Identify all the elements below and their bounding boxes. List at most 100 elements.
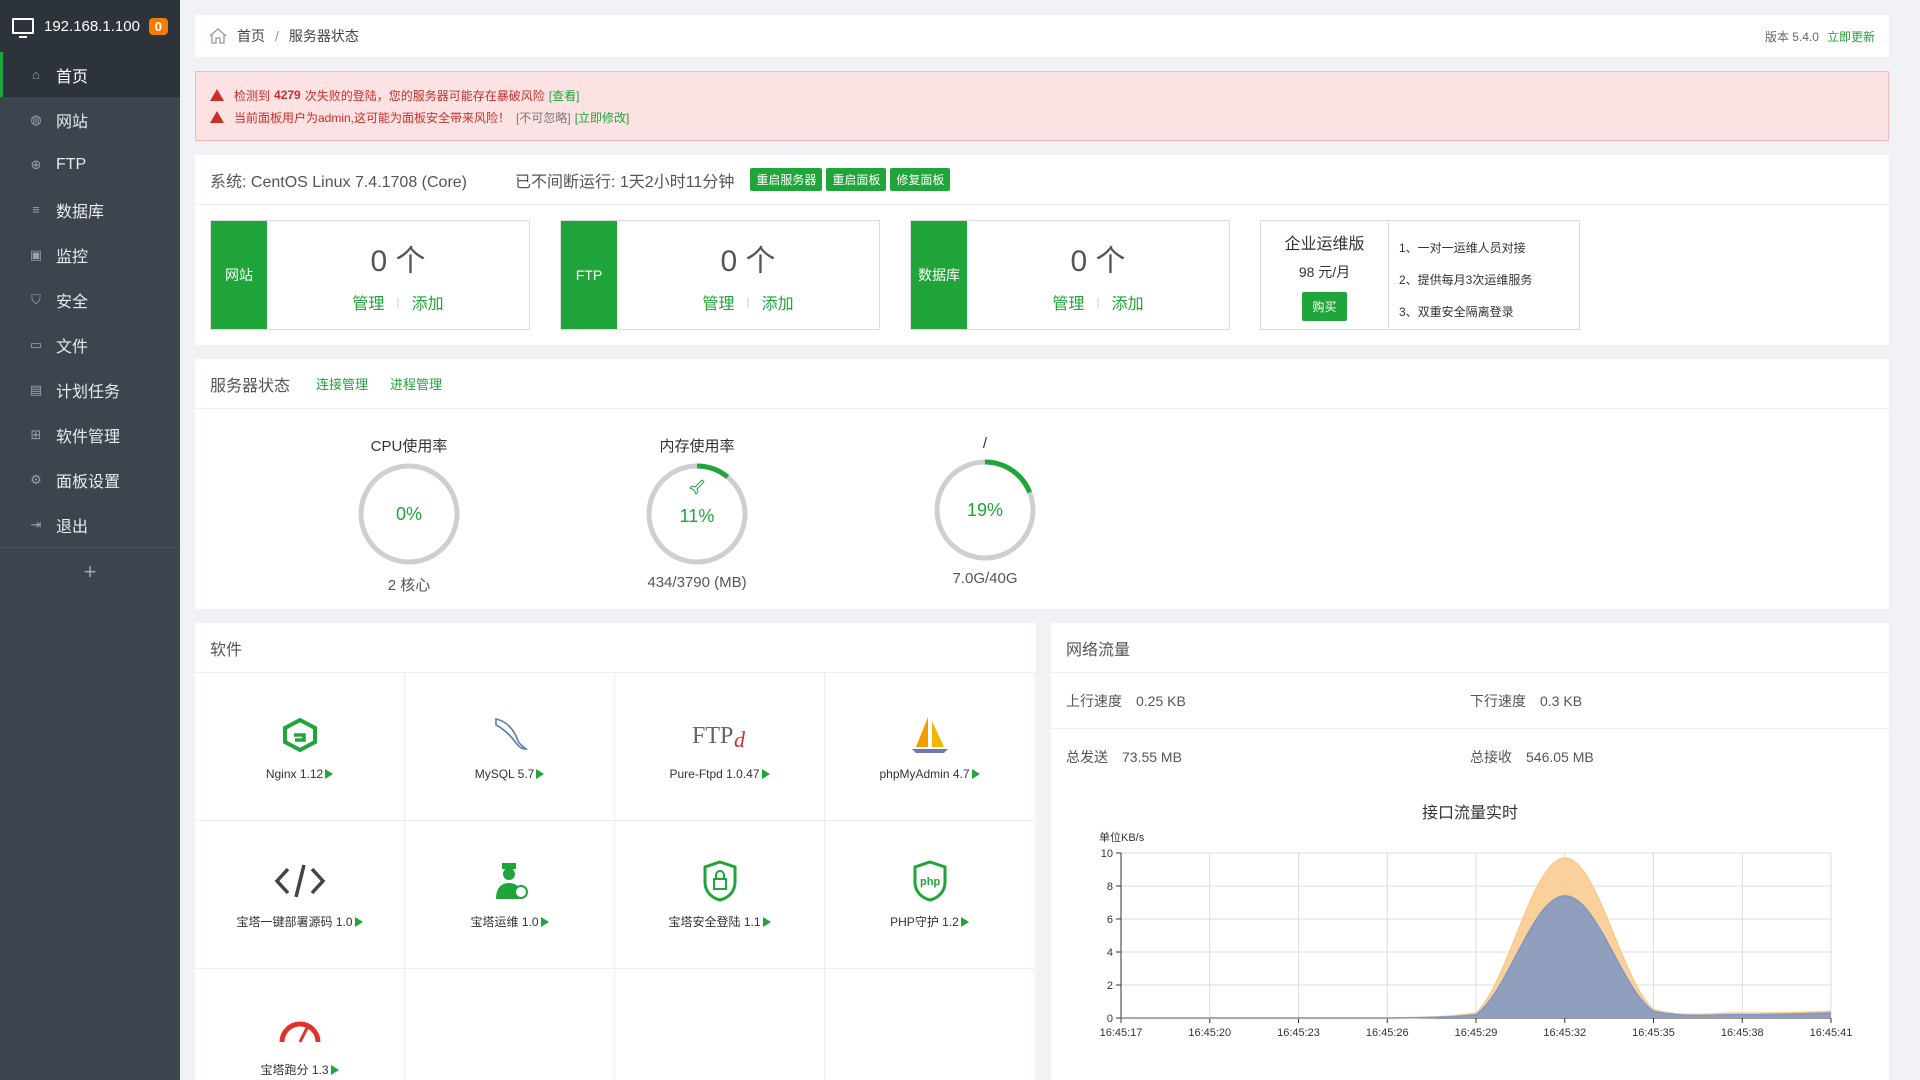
software-name: 宝塔运维 1.0 (470, 913, 549, 930)
sidebar-item-database[interactable]: ≡ 数据库 (0, 187, 180, 232)
stat-count: 0 个 (370, 245, 426, 278)
stat-count: 0 个 (720, 245, 776, 278)
traffic-chart[interactable]: 单位KB/s 0 2 4 6 8 10 16:45:17 16:45:20 16:45:23 16:… (1051, 823, 1889, 1053)
play-icon[interactable] (540, 916, 549, 927)
play-icon[interactable] (762, 916, 771, 927)
chart-title: 接口流量实时 (1421, 805, 1518, 822)
gauge-subtitle: 2 核心 (387, 577, 431, 594)
software-item[interactable]: Nginx 1.12 (195, 673, 405, 821)
restart-server-button[interactable]: 重启服务器 (750, 168, 823, 191)
y-tick-label: 10 (1101, 848, 1113, 860)
play-icon[interactable] (325, 768, 334, 779)
restart-panel-button[interactable]: 重启面板 (826, 168, 887, 191)
warning-icon (210, 89, 224, 101)
add-link[interactable]: 添加 (412, 290, 444, 314)
gauge-title: CPU使用率 (370, 438, 448, 455)
sidebar-item-home[interactable]: ⌂ 首页 (0, 52, 180, 97)
sidebar-item-label: 首页 (56, 68, 89, 86)
connection-manage-link[interactable]: 连接管理 (316, 374, 368, 393)
sidebar-item-ftp[interactable]: ⊕ FTP (0, 142, 180, 187)
gauge-ring: 11% (645, 462, 749, 566)
modify-now-link[interactable]: [立即修改] (575, 109, 630, 126)
total-sent: 总发送 73.55 MB (1066, 747, 1470, 767)
software-title: 软件 (210, 641, 243, 659)
gauge-cpu[interactable]: CPU使用率 0% 2 核心 (265, 409, 553, 609)
software-item[interactable]: MySQL 5.7 (405, 673, 615, 821)
download-speed: 下行速度 0.3 KB (1470, 691, 1874, 711)
upload-label: 上行速度 (1066, 692, 1122, 709)
software-item[interactable]: php PHP守护 1.2 (825, 821, 1035, 969)
sidebar-item-logout[interactable]: ⇥ 退出 (0, 502, 180, 547)
notification-badge[interactable]: 0 (148, 17, 168, 35)
software-name: phpMyAdmin 4.7 (879, 766, 980, 781)
x-tick-label: 16:45:32 (1543, 1027, 1586, 1039)
software-item[interactable]: 宝塔安全登陆 1.1 (615, 821, 825, 969)
system-panel: 系统: CentOS Linux 7.4.1708 (Core) 已不间断运行:… (195, 155, 1889, 345)
manage-link[interactable]: 管理 (1052, 290, 1084, 314)
gauge-ring: 0% (357, 462, 461, 566)
gauge-memory[interactable]: 内存使用率 11% 434/3790 (MB) (553, 409, 841, 609)
process-manage-link[interactable]: 进程管理 (390, 374, 442, 393)
software-name: PHP守护 1.2 (890, 913, 969, 930)
software-name: Nginx 1.12 (265, 766, 334, 781)
logout-icon: ⇥ (30, 516, 42, 532)
gauge-value: 19% (966, 499, 1004, 520)
manage-link[interactable]: 管理 (702, 290, 734, 314)
repair-panel-button[interactable]: 修复面板 (890, 168, 951, 191)
x-tick-label: 16:45:29 (1455, 1027, 1498, 1039)
folder-icon: ▭ (29, 336, 43, 352)
software-item[interactable]: FTP d Pure-Ftpd 1.0.47 (615, 673, 825, 821)
sidebar-item-cron[interactable]: ▤ 计划任务 (0, 367, 180, 412)
add-link[interactable]: 添加 (1112, 290, 1144, 314)
alert-row-login: 检测到 4279 次失败的登陆，您的服务器可能存在暴破风险 [查看] (210, 84, 1874, 106)
nginx-icon (282, 713, 318, 757)
software-item[interactable]: phpMyAdmin 4.7 (825, 673, 1035, 821)
stat-content: 0 个 管理 | 添加 (267, 221, 529, 329)
software-label: PHP守护 1.2 (890, 915, 959, 929)
software-item[interactable]: 宝塔一键部署源码 1.0 (195, 821, 405, 969)
software-item[interactable]: 宝塔运维 1.0 (405, 821, 615, 969)
lock-shield-icon (702, 859, 738, 903)
buy-button[interactable]: 购买 (1302, 291, 1347, 321)
play-icon[interactable] (761, 768, 770, 779)
play-icon[interactable] (971, 768, 980, 779)
breadcrumb: 首页 / 服务器状态 版本 5.4.0 立即更新 (195, 15, 1889, 57)
software-label: Nginx 1.12 (265, 766, 324, 781)
breadcrumb-home[interactable]: 首页 (237, 26, 265, 46)
software-label: 宝塔运维 1.0 (470, 915, 539, 929)
play-icon[interactable] (354, 916, 363, 927)
ftp-logo-icon: FTP d (690, 713, 750, 757)
monitor-icon: ▣ (29, 246, 43, 262)
sidebar-item-settings[interactable]: ⚙ 面板设置 (0, 457, 180, 502)
sidebar-item-software[interactable]: ⊞ 软件管理 (0, 412, 180, 457)
network-header: 网络流量 (1051, 623, 1889, 673)
gauge-disk[interactable]: / 19% 7.0G/40G (841, 409, 1129, 609)
sidebar-item-label: 面板设置 (56, 473, 121, 491)
play-icon[interactable] (330, 1064, 339, 1075)
play-icon[interactable] (536, 768, 545, 779)
software-name: 宝塔安全登陆 1.1 (668, 913, 771, 930)
enterprise-price: 98 元/月 (1298, 263, 1351, 280)
manage-link[interactable]: 管理 (352, 290, 384, 314)
sidebar-item-security[interactable]: ⛉ 安全 (0, 277, 180, 322)
view-link[interactable]: [查看] (549, 87, 580, 104)
sidebar: 192.168.1.100 0 ⌂ 首页 ◍ 网站 ⊕ FTP ≡ 数据库 ▣ 监控 ⛉ 安… (0, 0, 180, 1080)
security-alert: 检测到 4279 次失败的登陆，您的服务器可能存在暴破风险 [查看] 当前面板用… (195, 71, 1889, 141)
sidebar-item-files[interactable]: ▭ 文件 (0, 322, 180, 367)
y-tick-label: 4 (1107, 947, 1113, 959)
sidebar-item-monitor[interactable]: ▣ 监控 (0, 232, 180, 277)
x-tick-label: 16:45:17 (1100, 1027, 1143, 1039)
add-link[interactable]: 添加 (762, 290, 794, 314)
update-link[interactable]: 立即更新 (1827, 30, 1875, 44)
stat-tag: 网站 (211, 221, 267, 329)
add-shortcut-button[interactable]: + (0, 547, 180, 595)
sent-label: 总发送 (1066, 749, 1108, 765)
sidebar-item-website[interactable]: ◍ 网站 (0, 97, 180, 142)
software-label: phpMyAdmin 4.7 (879, 766, 970, 781)
version-info: 版本 5.4.0 立即更新 (1765, 28, 1875, 45)
stat-content: 0 个 管理 | 添加 (967, 221, 1229, 329)
software-item[interactable]: 宝塔跑分 1.3 (195, 969, 405, 1080)
play-icon[interactable] (960, 916, 969, 927)
home-icon[interactable] (209, 28, 227, 44)
svg-text:php: php (920, 876, 940, 888)
